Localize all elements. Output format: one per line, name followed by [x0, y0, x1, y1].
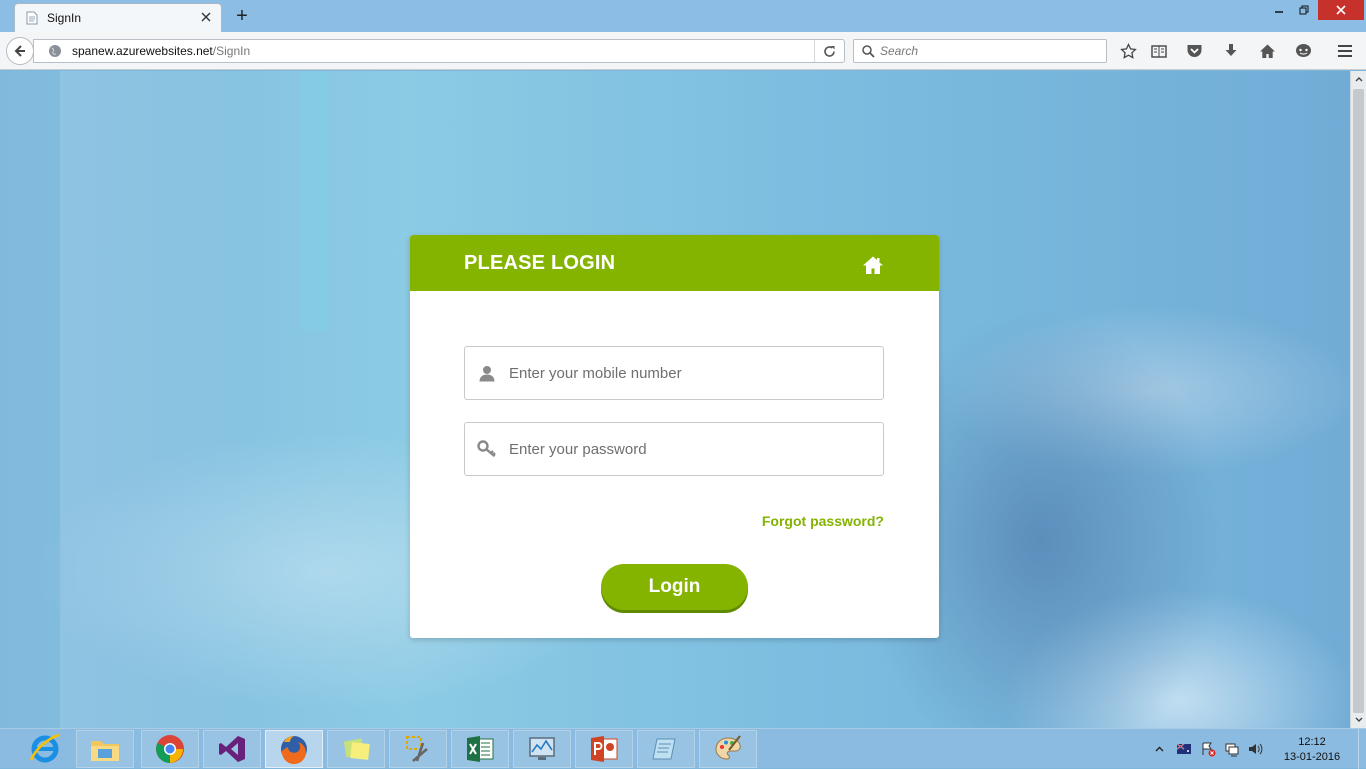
- url-bar[interactable]: spanew.azurewebsites.net/SignIn: [33, 39, 845, 63]
- page-scrollbar[interactable]: [1350, 71, 1366, 728]
- tab-strip: SignIn +: [0, 0, 1366, 32]
- chrome-icon[interactable]: [141, 730, 199, 768]
- excel-icon[interactable]: [451, 730, 509, 768]
- login-title: PLEASE LOGIN: [464, 252, 616, 274]
- show-desktop-button[interactable]: [1358, 729, 1366, 769]
- snipping-tool-icon[interactable]: [389, 730, 447, 768]
- page-favicon-icon: [25, 11, 39, 25]
- notepad-icon[interactable]: [637, 730, 695, 768]
- tab-title: SignIn: [47, 11, 82, 25]
- internet-explorer-icon[interactable]: [16, 730, 74, 768]
- network-icon[interactable]: [1224, 741, 1240, 757]
- clock-time: 12:12: [1298, 736, 1326, 748]
- globe-icon: [46, 42, 64, 60]
- search-field[interactable]: Search: [853, 39, 1107, 63]
- restore-icon[interactable]: [1289, 0, 1319, 20]
- menu-icon[interactable]: [1334, 41, 1356, 61]
- clock-date: 13-01-2016: [1283, 751, 1341, 763]
- show-hidden-icons-icon[interactable]: [1151, 741, 1167, 757]
- forgot-password-link[interactable]: Forgot password?: [750, 513, 884, 529]
- tab-close-icon[interactable]: [199, 10, 213, 24]
- visual-studio-icon[interactable]: [203, 730, 261, 768]
- windows-taskbar: 12:12 13-01-2016: [0, 728, 1366, 769]
- login-card-header: PLEASE LOGIN: [410, 235, 939, 291]
- download-icon[interactable]: [1220, 41, 1242, 61]
- new-tab-button[interactable]: +: [232, 5, 252, 27]
- powerpoint-icon[interactable]: [575, 730, 633, 768]
- url-path: /SignIn: [212, 44, 251, 58]
- system-clock[interactable]: 12:12 13-01-2016: [1276, 735, 1348, 765]
- reading-list-icon[interactable]: [1148, 41, 1170, 61]
- reload-icon[interactable]: [814, 40, 844, 62]
- firefox-icon[interactable]: [265, 730, 323, 768]
- back-button[interactable]: [6, 37, 34, 65]
- language-flag-icon[interactable]: [1176, 741, 1192, 757]
- key-icon: [465, 423, 509, 475]
- sticky-notes-icon[interactable]: [327, 730, 385, 768]
- background-stripe: [300, 71, 330, 331]
- volume-icon[interactable]: [1247, 741, 1263, 757]
- window-close-icon[interactable]: [1318, 0, 1364, 20]
- task-manager-icon[interactable]: [513, 730, 571, 768]
- action-center-icon[interactable]: [1200, 741, 1216, 757]
- scroll-down-icon[interactable]: [1351, 712, 1366, 728]
- browser-window: SignIn + spanew.azurewebsites.net/SignIn: [0, 0, 1366, 769]
- password-field[interactable]: [464, 422, 884, 476]
- search-icon: [858, 41, 878, 61]
- page-background-image: PLEASE LOGIN Forgot password? Login: [0, 71, 1350, 728]
- navigation-toolbar: spanew.azurewebsites.net/SignIn Search: [0, 32, 1366, 70]
- search-placeholder: Search: [880, 44, 919, 58]
- scrollbar-thumb[interactable]: [1353, 89, 1364, 713]
- home-icon[interactable]: [1256, 41, 1278, 61]
- login-card: PLEASE LOGIN Forgot password? Login: [410, 235, 939, 638]
- home-icon[interactable]: [862, 255, 884, 275]
- background-shade: [60, 71, 240, 728]
- pocket-icon[interactable]: [1183, 41, 1205, 61]
- url-host: spanew.azurewebsites.net: [72, 44, 213, 58]
- paint-icon[interactable]: [699, 730, 757, 768]
- password-input[interactable]: [509, 440, 869, 458]
- login-button[interactable]: Login: [601, 564, 748, 610]
- mobile-number-field[interactable]: [464, 346, 884, 400]
- scroll-up-icon[interactable]: [1351, 71, 1366, 87]
- tab-signin[interactable]: SignIn: [14, 3, 222, 32]
- star-icon[interactable]: [1117, 41, 1139, 61]
- file-explorer-icon[interactable]: [76, 730, 134, 768]
- chat-icon[interactable]: [1292, 41, 1314, 61]
- mobile-number-input[interactable]: [509, 364, 869, 382]
- user-icon: [465, 347, 509, 399]
